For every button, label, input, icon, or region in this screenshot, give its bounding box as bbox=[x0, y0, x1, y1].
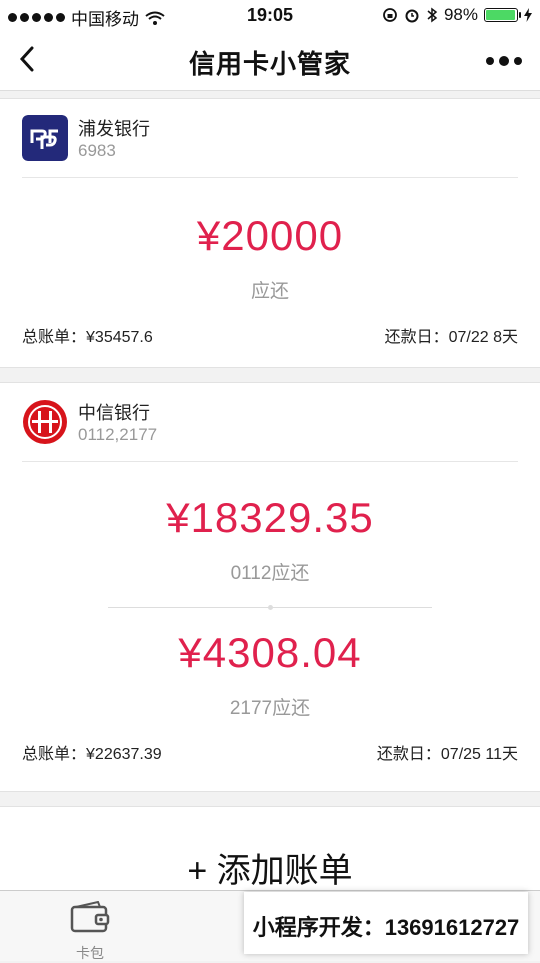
card-number: 0112,2177 bbox=[78, 425, 158, 444]
charging-icon bbox=[524, 8, 532, 22]
due-amount-label: 应还 bbox=[250, 281, 289, 302]
due-amount-label: 0112应还 bbox=[230, 563, 310, 584]
status-bar: 中国移动 19:05 98% bbox=[0, 0, 540, 30]
tab-wallet[interactable]: 卡包 bbox=[0, 891, 180, 961]
card-header: 浦发银行 6983 bbox=[22, 99, 518, 178]
card-footer: 总账单：¥22637.39 还款日：07/25 11天 bbox=[22, 740, 518, 780]
battery-icon bbox=[484, 8, 521, 22]
more-menu-icon[interactable] bbox=[486, 56, 522, 66]
developer-contact-text: 小程序开发：13691612727 bbox=[252, 915, 520, 940]
bank-name: 中信银行 bbox=[78, 403, 150, 423]
due-date-value: 07/22 8天 bbox=[448, 329, 518, 346]
due-amount: ¥20000 bbox=[196, 212, 344, 259]
due-amount-label: 2177应还 bbox=[229, 698, 311, 719]
tab-label: 卡包 bbox=[76, 945, 104, 961]
total-bill: 总账单：¥35457.6 bbox=[22, 323, 153, 347]
add-bill-button[interactable]: + 添加账单 bbox=[0, 806, 540, 891]
due-amount: ¥18329.35 bbox=[166, 494, 374, 541]
nav-bar: 信用卡小管家 bbox=[0, 30, 540, 91]
wallet-icon bbox=[70, 901, 110, 933]
due-date: 还款日：07/25 11天 bbox=[377, 740, 518, 764]
total-bill-label: 总账单： bbox=[22, 746, 87, 763]
card-number: 6983 bbox=[78, 141, 116, 160]
rotation-lock-icon bbox=[383, 8, 397, 22]
due-date-label: 还款日： bbox=[376, 746, 441, 763]
battery-percent: 98% bbox=[443, 5, 478, 24]
spdb-logo-icon bbox=[22, 115, 68, 161]
status-right: 98% bbox=[382, 5, 532, 25]
page-title: 信用卡小管家 bbox=[188, 49, 351, 79]
total-bill: 总账单：¥22637.39 bbox=[22, 740, 162, 764]
card-footer: 总账单：¥35457.6 还款日：07/22 8天 bbox=[22, 323, 518, 363]
developer-contact-overlay: 小程序开发：13691612727 bbox=[244, 892, 528, 954]
amount-divider bbox=[108, 605, 432, 610]
bank-name: 浦发银行 bbox=[78, 119, 150, 139]
due-date-value: 07/25 11天 bbox=[440, 746, 518, 763]
citic-logo-icon bbox=[23, 400, 67, 444]
due-amount: ¥4308.04 bbox=[178, 629, 362, 676]
bluetooth-icon bbox=[427, 7, 438, 23]
alarm-icon bbox=[405, 9, 419, 23]
bill-card-citic[interactable]: 中信银行 0112,2177 ¥18329.35 0112应还 ¥4308.04… bbox=[0, 382, 540, 792]
add-bill-label: + 添加账单 bbox=[187, 852, 353, 890]
total-bill-value: ¥35457.6 bbox=[86, 329, 153, 346]
bill-card-spdb[interactable]: 浦发银行 6983 ¥20000 应还 总账单：¥35457.6 还款日：07/… bbox=[0, 98, 540, 368]
due-date-label: 还款日： bbox=[384, 329, 449, 346]
total-bill-label: 总账单： bbox=[22, 329, 87, 346]
total-bill-value: ¥22637.39 bbox=[86, 746, 162, 763]
card-header: 中信银行 0112,2177 bbox=[22, 383, 518, 462]
due-date: 还款日：07/22 8天 bbox=[385, 323, 518, 347]
